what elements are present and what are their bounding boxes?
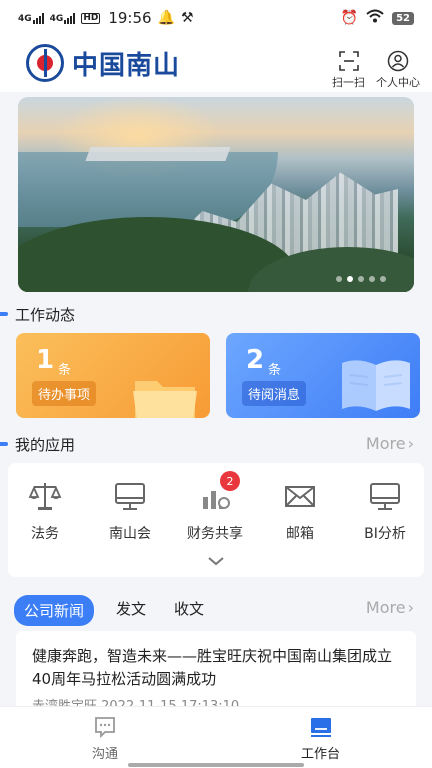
apps-more-link[interactable]: More › xyxy=(366,434,414,453)
section-marker xyxy=(0,312,8,316)
todo-unit: 条 xyxy=(58,363,72,378)
network-type: 4G xyxy=(49,13,64,24)
carousel-indicator xyxy=(336,276,386,282)
monitor-icon xyxy=(115,483,145,510)
app-header: 中国南山 扫一扫 个人中心 xyxy=(0,36,432,92)
scale-icon xyxy=(28,483,62,510)
battery-icon: 52 xyxy=(392,11,414,25)
workbench-icon xyxy=(310,718,331,737)
tab-company-news[interactable]: 公司新闻 xyxy=(14,595,95,626)
wifi-icon xyxy=(366,9,384,27)
nav-workbench[interactable]: 工作台 xyxy=(301,715,340,762)
chat-bubble-icon xyxy=(95,717,115,739)
chevron-right-icon: › xyxy=(407,598,414,617)
book-icon xyxy=(342,360,410,411)
user-icon xyxy=(387,50,409,72)
scan-label: 扫一扫 xyxy=(332,76,365,89)
nav-workbench-label: 工作台 xyxy=(301,747,341,762)
tab-dispatch[interactable]: 发文 xyxy=(116,598,146,619)
section-marker xyxy=(0,442,8,446)
apps-section-title: 我的应用 xyxy=(15,436,76,454)
profile-label: 个人中心 xyxy=(376,76,420,89)
app-label: 财务共享 xyxy=(187,526,243,542)
app-nanshanhui[interactable]: 南山会 xyxy=(95,479,165,543)
app-bi-analysis[interactable]: BI分析 xyxy=(350,479,420,543)
tab-received[interactable]: 收文 xyxy=(174,598,204,619)
app-finance-shared[interactable]: 2 财务共享 xyxy=(180,471,250,543)
carousel-dot xyxy=(380,276,386,282)
hd-icon: HD xyxy=(81,12,101,24)
app-label: 邮箱 xyxy=(286,526,314,542)
network-type: 4G xyxy=(18,13,32,24)
banner-carousel[interactable] xyxy=(18,97,414,292)
chevron-down-icon[interactable] xyxy=(206,555,226,567)
carousel-dot xyxy=(358,276,364,282)
bottom-nav: 沟通 工作台 xyxy=(0,706,432,768)
apps-panel: 法务 南山会 2 财务共享 邮箱 BI分析 xyxy=(8,463,424,577)
notification-badge: 2 xyxy=(220,471,240,491)
unread-count: 2 xyxy=(246,345,265,375)
brand-logo: 中国南山 xyxy=(26,44,180,82)
tools-icon: ⚒ xyxy=(181,10,194,26)
notification-bell-icon: 🔔 xyxy=(157,10,175,26)
nav-chat[interactable]: 沟通 xyxy=(92,715,118,762)
carousel-dot-active xyxy=(347,276,353,282)
unread-card[interactable]: 2 条 待阅消息 xyxy=(226,333,420,418)
mail-icon xyxy=(285,486,315,507)
status-bar: 4G 4G HD 19:56 🔔 ⚒ ⏰ 52 xyxy=(0,0,432,36)
carousel-dot xyxy=(369,276,375,282)
unread-label: 待阅消息 xyxy=(242,381,307,406)
logo-mark-icon xyxy=(26,44,64,82)
app-mail[interactable]: 邮箱 xyxy=(265,479,335,543)
nav-chat-label: 沟通 xyxy=(92,747,119,762)
scan-icon xyxy=(338,51,359,71)
todo-count: 1 xyxy=(36,345,55,375)
work-section-title: 工作动态 xyxy=(15,306,76,324)
news-title: 健康奔跑，智造未来——胜宝旺庆祝中国南山集团成立40周年马拉松活动圆满成功 xyxy=(32,647,393,688)
signal-icon: 4G xyxy=(18,12,44,24)
brand-name: 中国南山 xyxy=(72,50,181,81)
news-item[interactable]: 健康奔跑，智造未来——胜宝旺庆祝中国南山集团成立40周年马拉松活动圆满成功 赤湾… xyxy=(16,631,416,711)
monitor-icon xyxy=(370,483,400,510)
news-more-label: More xyxy=(365,598,406,617)
profile-button[interactable]: 个人中心 xyxy=(376,50,420,90)
home-indicator xyxy=(128,763,304,767)
apps-more-label: More xyxy=(365,434,406,453)
folder-icon xyxy=(133,381,197,418)
status-time: 19:56 xyxy=(108,9,152,27)
signal-icon: 4G xyxy=(49,12,76,24)
app-label: 南山会 xyxy=(109,526,151,542)
todo-label: 待办事项 xyxy=(32,381,97,406)
scan-button[interactable]: 扫一扫 xyxy=(332,50,365,90)
carousel-dot xyxy=(336,276,342,282)
chevron-right-icon: › xyxy=(407,434,414,453)
app-label: BI分析 xyxy=(364,526,406,542)
alarm-icon: ⏰ xyxy=(340,10,359,26)
news-more-link[interactable]: More › xyxy=(366,598,414,617)
todo-card[interactable]: 1 条 待办事项 xyxy=(16,333,210,418)
app-label: 法务 xyxy=(31,526,59,542)
unread-unit: 条 xyxy=(268,363,282,378)
app-legal[interactable]: 法务 xyxy=(10,479,80,543)
